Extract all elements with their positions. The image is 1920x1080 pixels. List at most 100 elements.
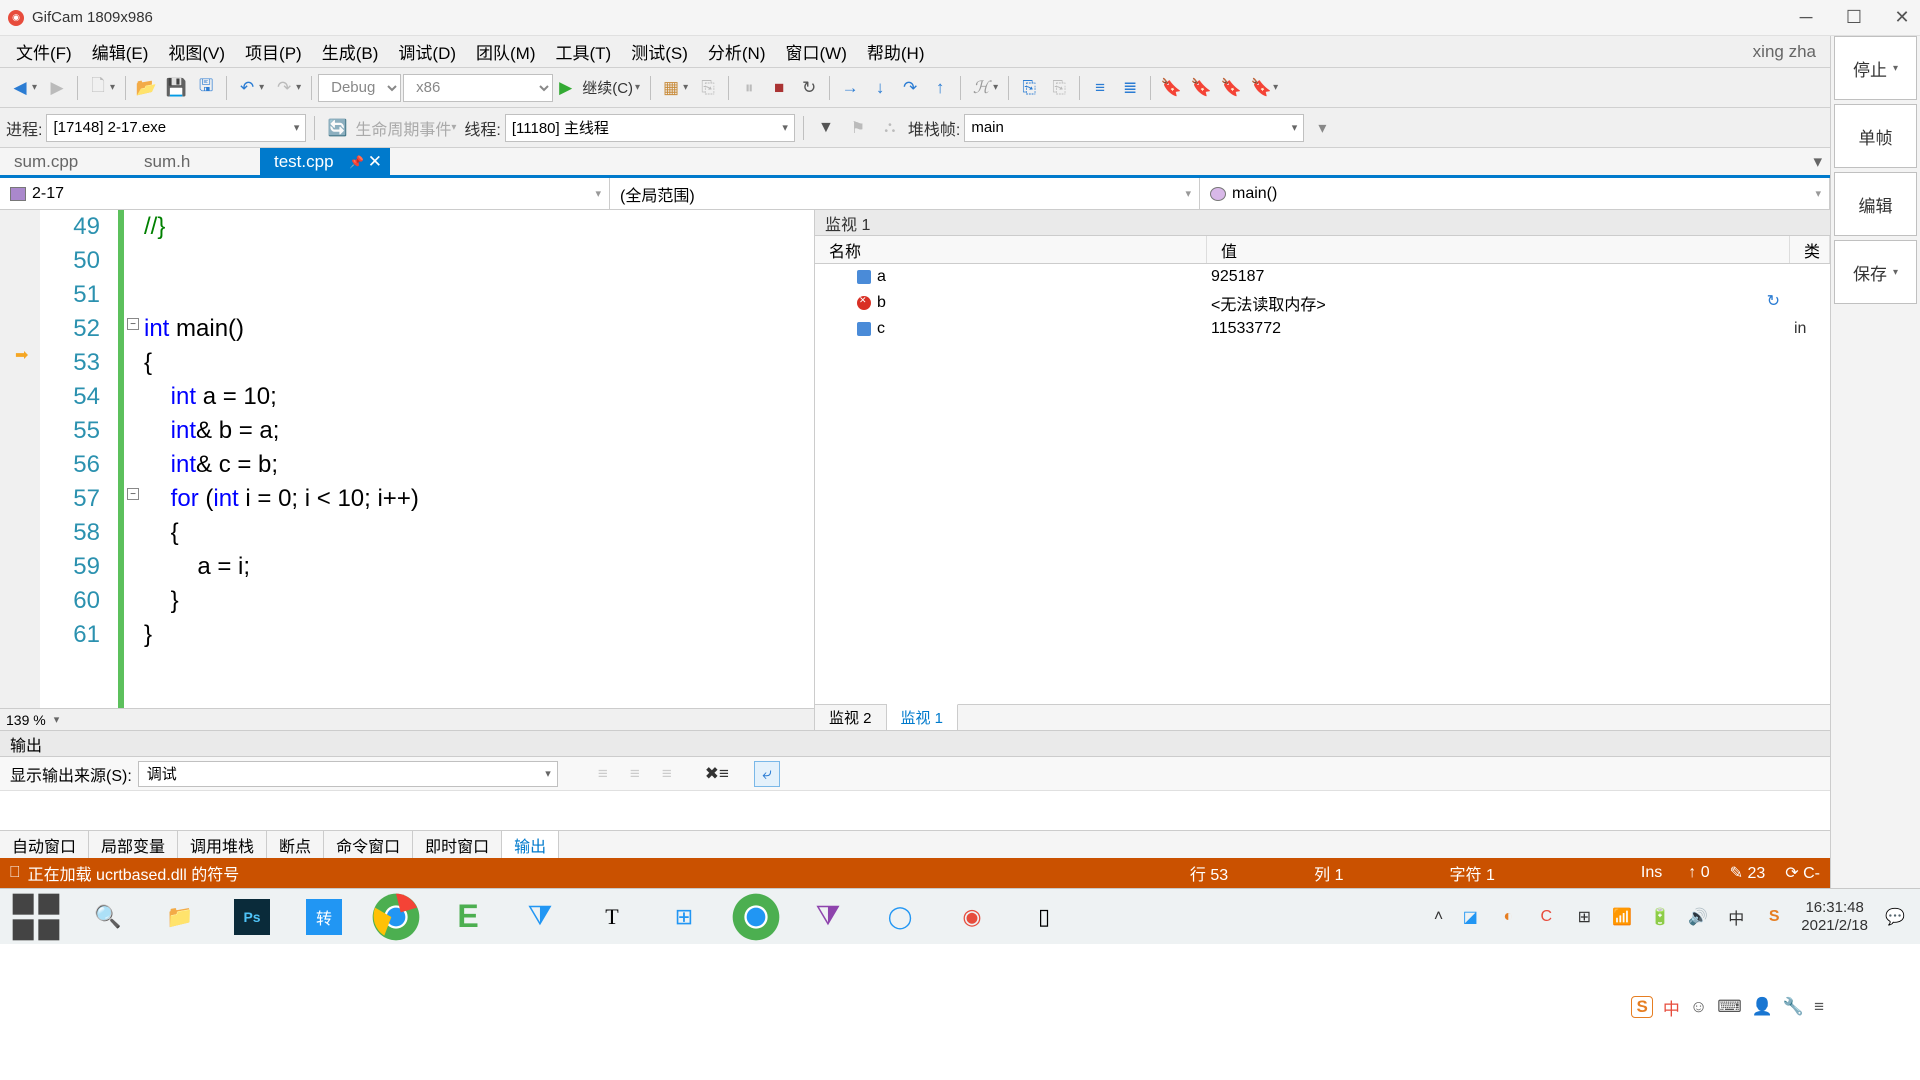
menu-window[interactable]: 窗口(W) [776,36,857,67]
scope-file-select[interactable]: (全局范围) [610,178,1200,209]
tray-icon-2[interactable]: ◐ [1497,906,1519,928]
zoom-level[interactable]: 139 % [6,712,46,728]
explorer-button[interactable]: 📁 [144,889,216,945]
zoom-dropdown-icon[interactable]: ▾ [54,713,60,726]
step-over-button[interactable]: ↷ [896,74,924,102]
battery-icon[interactable]: 🔋 [1649,906,1671,928]
status-source-control[interactable]: ⟳ C- [1785,863,1820,883]
ime-face-icon[interactable]: ☺ [1690,997,1707,1017]
browser-select-button[interactable]: ▦ [657,74,685,102]
status-upload[interactable]: ↑ 0 [1688,864,1709,882]
menu-edit[interactable]: 编辑(E) [82,36,159,67]
ime-tool-icon[interactable]: 🔧 [1783,997,1804,1017]
outdent-button[interactable]: ≣ [1116,74,1144,102]
clear-bookmark-button[interactable]: 🔖 [1247,74,1275,102]
step-into-button[interactable]: ↓ [866,74,894,102]
redo-button[interactable]: ↷ [270,74,298,102]
bookmark-button[interactable]: 🔖 [1157,74,1185,102]
scope-function-select[interactable]: main() [1200,178,1830,209]
code-editor[interactable]: ➡ 49505152535455565758596061 − − //}int … [0,210,815,730]
save-all-button[interactable]: 🖫 [192,74,220,102]
process-select[interactable]: [17148] 2-17.exe [46,114,306,142]
next-bookmark-button[interactable]: 🔖 [1187,74,1215,102]
bottom-tab-breakpoints[interactable]: 断点 [267,831,324,858]
refresh-icon[interactable]: ↻ [1767,291,1780,315]
app-button-4[interactable]: ▯ [1008,889,1080,945]
output-btn-2[interactable]: ≡ [622,761,648,787]
close-tab-icon[interactable]: ✕ [368,152,382,172]
maximize-button[interactable]: ☐ [1844,8,1864,28]
app-button-1[interactable]: 转 [306,899,342,935]
bottom-tab-locals[interactable]: 局部变量 [89,831,178,858]
tray-expand-icon[interactable]: ˄ [1434,908,1443,926]
menu-analyze[interactable]: 分析(N) [698,36,776,67]
tray-icon-1[interactable]: ◪ [1459,906,1481,928]
output-wrap-button[interactable]: ⤶ [754,761,780,787]
notifications-icon[interactable]: 💬 [1884,906,1906,928]
text-button[interactable]: T [576,889,648,945]
gifcam-taskbar-button[interactable]: ◉ [936,889,1008,945]
prev-bookmark-button[interactable]: 🔖 [1217,74,1245,102]
bottom-tab-autos[interactable]: 自动窗口 [0,831,89,858]
wifi-icon[interactable]: 📶 [1611,906,1633,928]
find-button[interactable]: ⎘ [1015,74,1043,102]
watch-tab-2[interactable]: 监视 2 [815,705,887,730]
close-button[interactable]: ✕ [1892,8,1912,28]
volume-icon[interactable]: 🔊 [1687,906,1709,928]
ime-lang-icon[interactable]: 中 [1663,995,1680,1020]
thread-select[interactable]: [11180] 主线程 [505,114,795,142]
app-button-2[interactable]: ⊞ [648,889,720,945]
vscode-button[interactable]: ⧩ [504,889,576,945]
ime-sogou-icon[interactable]: S [1631,996,1652,1018]
open-button[interactable]: 📂 [132,74,160,102]
tab-test-cpp[interactable]: test.cpp 📌 ✕ [260,148,390,175]
show-next-statement-button[interactable]: → [836,74,864,102]
new-file-button[interactable]: 🗋 [84,74,112,102]
nav-back-button[interactable]: ◀ [6,74,34,102]
undo-button[interactable]: ↶ [233,74,261,102]
continue-label[interactable]: 继续(C) [578,77,637,98]
watch-header-type[interactable]: 类 [1790,236,1830,263]
menu-build[interactable]: 生成(B) [312,36,389,67]
edge-button[interactable]: E [432,889,504,945]
code-content[interactable]: //}int main(){ int a = 10; int& b = a; i… [144,210,814,708]
photoshop-button[interactable]: Ps [234,899,270,935]
save-button[interactable]: 💾 [162,74,190,102]
tab-sum-cpp[interactable]: sum.cpp [0,148,130,175]
ime-keyboard-icon[interactable]: ⌨ [1717,997,1742,1017]
ime-tray-icon[interactable]: 中 [1725,906,1747,928]
status-edits[interactable]: ✎ 23 [1730,863,1766,883]
watch-header-value[interactable]: 值 [1207,236,1790,263]
chrome2-button[interactable] [720,889,792,945]
tray-icon-4[interactable]: ⊞ [1573,906,1595,928]
ime-user-icon[interactable]: 👤 [1752,997,1773,1017]
stackframe-select[interactable]: main [964,114,1304,142]
gifcam-frame-button[interactable]: 单帧 [1834,104,1917,168]
comment-button[interactable]: ⎘ [1045,74,1073,102]
output-body[interactable] [0,791,1830,830]
continue-button[interactable]: ▶ [555,74,576,102]
menu-help[interactable]: 帮助(H) [857,36,935,67]
user-name[interactable]: xing zha [1753,42,1824,62]
output-clear-button[interactable]: ✖≡ [704,761,730,787]
bottom-tab-command[interactable]: 命令窗口 [324,831,413,858]
chrome-button[interactable] [360,889,432,945]
output-btn-3[interactable]: ≡ [654,761,680,787]
search-button[interactable]: 🔍 [72,889,144,945]
gifcam-save-button[interactable]: 保存▾ [1834,240,1917,304]
pin-icon[interactable]: 📌 [349,155,364,169]
tray-icon-3[interactable]: C [1535,906,1557,928]
tab-overflow-button[interactable]: ▾ [1805,148,1830,175]
flag-button[interactable]: ⚑ [844,114,872,142]
menu-test[interactable]: 测试(S) [621,36,698,67]
gifcam-edit-button[interactable]: 编辑 [1834,172,1917,236]
menu-team[interactable]: 团队(M) [466,36,545,67]
platform-select[interactable]: x86 [403,74,553,102]
ime-menu-icon[interactable]: ≡ [1814,997,1824,1017]
ime-bar[interactable]: S 中 ☺ ⌨ 👤 🔧 ≡ [1631,992,1824,1022]
bottom-tab-immediate[interactable]: 即时窗口 [413,831,502,858]
gifcam-stop-button[interactable]: 停止▾ [1834,36,1917,100]
intellisense-button[interactable]: ℋ [967,74,995,102]
app-button-3[interactable]: ◯ [864,889,936,945]
fold-toggle[interactable]: − [127,318,139,330]
